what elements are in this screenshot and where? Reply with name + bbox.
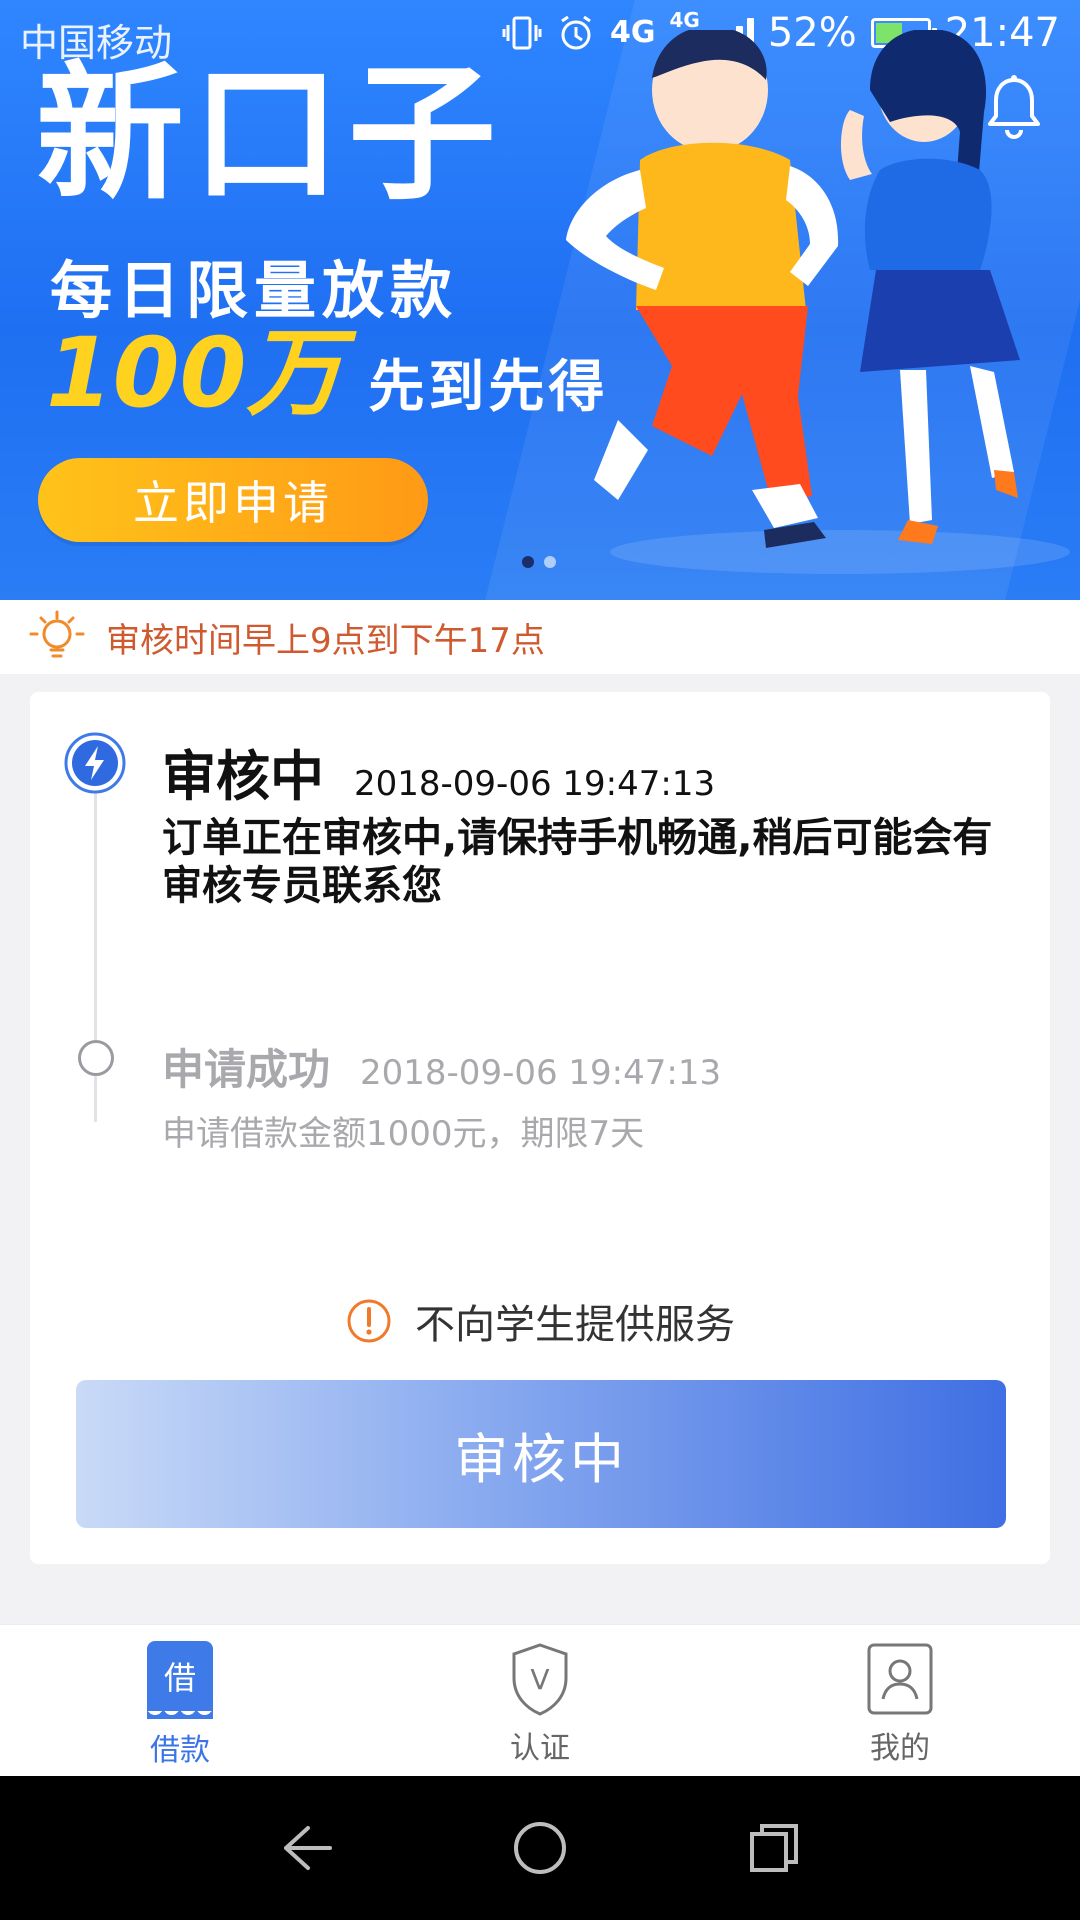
timeline-node-circle: [78, 1040, 114, 1076]
step-datetime: 2018-09-06 19:47:13: [354, 764, 716, 804]
lightbulb-icon: [29, 610, 85, 658]
loan-icon: 借: [147, 1641, 213, 1719]
back-icon[interactable]: [274, 1816, 338, 1880]
lightning-icon: [64, 732, 126, 794]
notice-text: 审核时间早上9点到下午17点: [106, 620, 545, 661]
app-screen: 中国移动 4G 4G 52% 21:47 新口子 每日限量放款 100万 先到先…: [0, 0, 1080, 1920]
dancing-couple-illustration: [566, 30, 1070, 574]
timeline-step-previous: 申请成功 2018-09-06 19:47:13: [162, 1036, 721, 1097]
step-description: 申请借款金额1000元，期限7天: [162, 1114, 645, 1154]
review-status-button[interactable]: 审核中: [76, 1380, 1006, 1528]
shield-letter: V: [530, 1663, 549, 1696]
nav-label: 认证: [510, 1731, 570, 1766]
carousel-dot[interactable]: [522, 556, 534, 568]
review-hours-notice: 审核时间早上9点到下午17点: [0, 600, 1080, 674]
banner-amount: 100万: [46, 317, 343, 429]
user-icon: [867, 1643, 933, 1715]
step-datetime: 2018-09-06 19:47:13: [360, 1053, 722, 1093]
nav-item-mine[interactable]: 我的: [720, 1625, 1080, 1777]
network-type-2: 4G: [669, 8, 700, 32]
nav-item-loan[interactable]: 借 借款: [0, 1625, 360, 1777]
shield-icon: V: [512, 1643, 568, 1716]
apply-now-button[interactable]: 立即申请: [38, 458, 428, 542]
bottom-navigation: 借 借款 V 认证 我的: [0, 1624, 1080, 1777]
carousel-indicator[interactable]: [522, 556, 556, 568]
student-warning: 不向学生提供服务: [30, 1292, 1050, 1350]
nav-label: 借款: [150, 1733, 210, 1768]
order-status-card: 审核中 2018-09-06 19:47:13 订单正在审核中,请保持手机畅通,…: [30, 692, 1050, 1564]
promo-banner[interactable]: 中国移动 4G 4G 52% 21:47 新口子 每日限量放款 100万 先到先…: [0, 0, 1080, 600]
timeline-step-current: 审核中 2018-09-06 19:47:13: [162, 732, 715, 811]
recents-icon[interactable]: [742, 1816, 806, 1880]
nav-label: 我的: [870, 1731, 930, 1766]
warning-text: 不向学生提供服务: [415, 1302, 735, 1348]
nav-item-verify[interactable]: V 认证: [360, 1625, 720, 1777]
home-icon[interactable]: [508, 1816, 572, 1880]
banner-headline: 新口子: [36, 48, 504, 220]
carousel-dot[interactable]: [544, 556, 556, 568]
system-navigation-bar: [0, 1776, 1080, 1920]
step-title: 审核中: [162, 745, 324, 808]
exclamation-icon: [347, 1299, 391, 1343]
step-description: 订单正在审核中,请保持手机畅通,稍后可能会有审核专员联系您: [162, 815, 993, 909]
step-title: 申请成功: [162, 1045, 331, 1094]
